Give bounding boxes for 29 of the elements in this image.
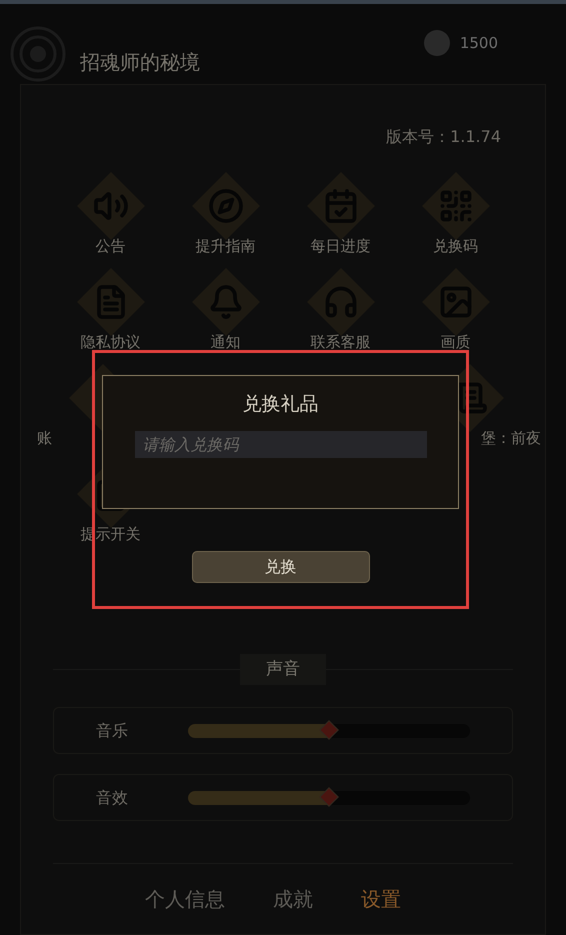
version-label: 版本号：1.1.74 bbox=[386, 126, 501, 148]
slider-label: 音乐 bbox=[96, 720, 129, 742]
menu-label[interactable]: 通知 bbox=[210, 331, 240, 354]
slider-label: 音效 bbox=[96, 786, 129, 808]
compass-icon bbox=[208, 188, 244, 224]
game-title: 招魂师的秘境 bbox=[80, 49, 200, 76]
menu-label[interactable]: 每日进度 bbox=[310, 235, 370, 258]
coin-icon bbox=[424, 30, 450, 56]
bottom-tab[interactable]: 成就 bbox=[273, 884, 313, 914]
menu-label[interactable]: 隐私协议 bbox=[80, 331, 140, 354]
menu-label[interactable]: 画质 bbox=[440, 331, 470, 354]
image-icon bbox=[438, 284, 474, 320]
bottom-tab[interactable]: 个人信息 bbox=[145, 884, 225, 914]
qr-code-icon bbox=[438, 188, 474, 224]
bottom-tab[interactable]: 设置 bbox=[361, 884, 401, 914]
menu-label[interactable]: 兑换码 bbox=[433, 235, 478, 258]
headset-icon bbox=[322, 284, 358, 320]
dialog-title: 兑换礼品 bbox=[242, 392, 318, 417]
calendar-icon bbox=[322, 188, 358, 224]
menu-label[interactable]: 账 bbox=[37, 427, 52, 450]
menu-label[interactable]: 公告 bbox=[96, 235, 126, 258]
redeem-button[interactable]: 兑换 bbox=[192, 551, 370, 583]
coin-count: 1500 bbox=[460, 32, 498, 54]
menu-label[interactable]: 提升指南 bbox=[196, 235, 256, 258]
menu-label[interactable]: 联系客服 bbox=[310, 331, 370, 354]
code-input-field[interactable]: 请输入兑换码 bbox=[134, 430, 426, 458]
menu-label[interactable]: 堡：前夜 bbox=[481, 427, 541, 450]
section-title: 声音 bbox=[240, 654, 326, 685]
bell-icon bbox=[208, 284, 244, 320]
